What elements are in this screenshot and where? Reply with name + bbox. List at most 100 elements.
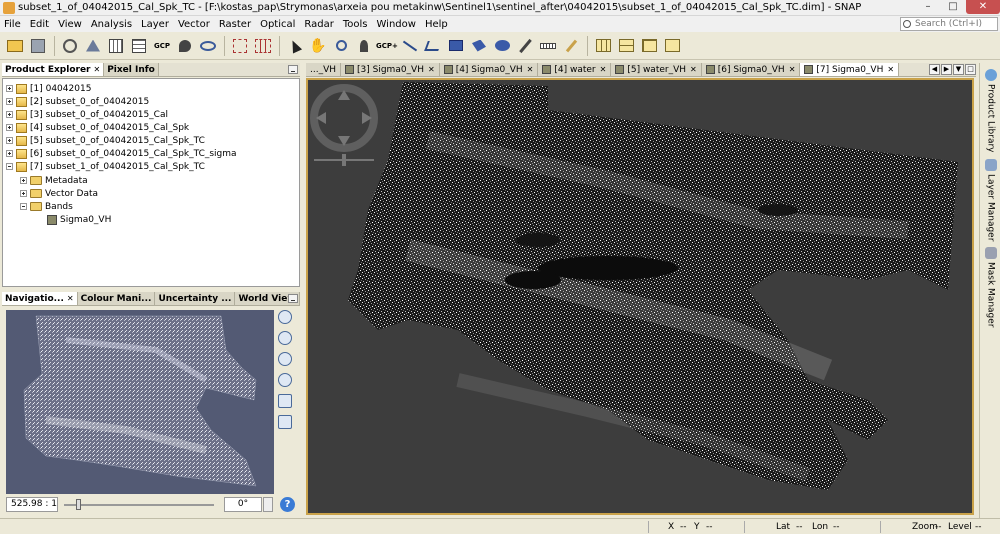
pin-overlay-button[interactable] xyxy=(174,35,196,57)
tab-doc-vh[interactable]: ..._VH xyxy=(306,63,342,76)
rectangle-tool-button[interactable] xyxy=(445,35,467,57)
sidebar-tab-product-library[interactable]: Product Library xyxy=(982,69,999,153)
menu-file[interactable]: File xyxy=(0,19,26,30)
tree-item-product-6[interactable]: [6] subset_0_of_04042015_Cal_Spk_TC_sigm… xyxy=(6,147,237,160)
close-tab-icon[interactable]: ✕ xyxy=(527,65,534,74)
close-tab-icon[interactable]: ✕ xyxy=(690,65,697,74)
line-tool-button[interactable] xyxy=(399,35,421,57)
menu-tools[interactable]: Tools xyxy=(339,19,373,30)
tab-navigation[interactable]: Navigatio... ✕ xyxy=(2,292,78,305)
range-finder-button[interactable] xyxy=(537,35,559,57)
menu-edit[interactable]: Edit xyxy=(26,19,54,30)
tab-colour-manipulation[interactable]: Colour Mani... xyxy=(77,292,156,305)
menu-vector[interactable]: Vector xyxy=(174,19,215,30)
polygon-tool-button[interactable] xyxy=(468,35,490,57)
sync-views-icon[interactable] xyxy=(278,394,292,408)
ellipse-tool-button[interactable] xyxy=(491,35,513,57)
tree-item-bands[interactable]: Bands xyxy=(20,200,73,213)
scroll-right-icon[interactable]: ▶ xyxy=(941,64,952,75)
scroll-left-icon[interactable]: ◀ xyxy=(929,64,940,75)
zoom-slider[interactable] xyxy=(64,499,214,510)
collapse-icon[interactable] xyxy=(6,163,13,170)
expand-icon[interactable] xyxy=(6,98,13,105)
gcp-overlay-button[interactable]: GCP xyxy=(151,35,173,57)
world-map-button[interactable] xyxy=(128,35,150,57)
menu-view[interactable]: View xyxy=(54,19,87,30)
tab-doc-5-water-vh[interactable]: [5] water_VH ✕ xyxy=(611,63,702,76)
tab-uncertainty[interactable]: Uncertainty ... xyxy=(155,292,236,305)
shapes-button[interactable] xyxy=(82,35,104,57)
tree-item-product-7[interactable]: [7] subset_1_of_04042015_Cal_Spk_TC xyxy=(6,160,205,173)
menu-optical[interactable]: Optical xyxy=(256,19,300,30)
menu-layer[interactable]: Layer xyxy=(137,19,174,30)
close-tab-icon[interactable]: ✕ xyxy=(428,65,435,74)
expand-icon[interactable] xyxy=(20,177,27,184)
rotation-field[interactable]: 0° xyxy=(224,497,262,512)
zoom-all-icon[interactable] xyxy=(278,373,292,387)
menu-help[interactable]: Help xyxy=(421,19,453,30)
close-tab-icon[interactable]: ✕ xyxy=(789,65,796,74)
graph-builder-button[interactable] xyxy=(229,35,251,57)
batch-processing-button[interactable] xyxy=(252,35,274,57)
minimize-panel-icon[interactable] xyxy=(288,65,298,74)
search-input[interactable]: Search (Ctrl+I) xyxy=(900,17,998,31)
scale-field[interactable]: 525.98 : 1 xyxy=(6,497,58,512)
menu-analysis[interactable]: Analysis xyxy=(87,19,137,30)
pan-control[interactable] xyxy=(310,84,378,166)
sidebar-tab-layer-manager[interactable]: Layer Manager xyxy=(982,159,999,241)
image-view[interactable] xyxy=(306,78,974,515)
no-data-overlay-button[interactable] xyxy=(59,35,81,57)
minimize-icon[interactable]: – xyxy=(916,0,940,14)
minimize-panel-icon[interactable] xyxy=(288,294,298,303)
polyline-tool-button[interactable] xyxy=(422,35,444,57)
pan-tool-button[interactable]: ✋ xyxy=(307,35,329,57)
tree-item-vector-data[interactable]: Vector Data xyxy=(20,187,98,200)
tree-item-product-3[interactable]: [3] subset_0_of_04042015_Cal xyxy=(6,108,168,121)
tile-vertical-button[interactable] xyxy=(615,35,637,57)
expand-icon[interactable] xyxy=(20,190,27,197)
expand-icon[interactable] xyxy=(6,124,13,131)
expand-icon[interactable] xyxy=(6,85,13,92)
slider-handle[interactable] xyxy=(76,499,81,510)
zoom-tool-button[interactable] xyxy=(330,35,352,57)
help-icon[interactable]: ? xyxy=(280,497,295,512)
tree-item-band-sigma0-vh[interactable]: Sigma0_VH xyxy=(47,213,111,226)
tree-item-product-4[interactable]: [4] subset_0_of_04042015_Cal_Spk xyxy=(6,121,189,134)
tab-doc-6-sigma0-vh[interactable]: [6] Sigma0_VH ✕ xyxy=(701,63,801,76)
tree-item-product-2[interactable]: [2] subset_0_of_04042015 xyxy=(6,95,149,108)
tree-item-product-5[interactable]: [5] subset_0_of_04042015_Cal_Spk_TC xyxy=(6,134,205,147)
select-tool-button[interactable] xyxy=(284,35,306,57)
navigation-overview[interactable] xyxy=(6,310,274,494)
maximize-view-icon[interactable]: □ xyxy=(965,64,976,75)
maximize-icon[interactable]: □ xyxy=(941,0,965,14)
expand-icon[interactable] xyxy=(6,137,13,144)
graticule-button[interactable] xyxy=(105,35,127,57)
open-product-button[interactable] xyxy=(4,35,26,57)
close-icon[interactable]: ✕ xyxy=(966,0,1000,14)
brush-tool-button[interactable] xyxy=(560,35,582,57)
close-tab-icon[interactable]: ✕ xyxy=(93,65,100,74)
menu-window[interactable]: Window xyxy=(373,19,421,30)
expand-icon[interactable] xyxy=(6,111,13,118)
tab-doc-4-water[interactable]: [4] water ✕ xyxy=(538,63,612,76)
tab-product-explorer[interactable]: Product Explorer ✕ xyxy=(2,63,105,76)
zoom-pixel-icon[interactable] xyxy=(278,352,292,366)
sidebar-tab-mask-manager[interactable]: Mask Manager xyxy=(982,247,999,328)
close-product-button[interactable] xyxy=(27,35,49,57)
zoom-out-icon[interactable] xyxy=(278,331,292,345)
sync-cursor-icon[interactable] xyxy=(278,415,292,429)
tile-single-button[interactable] xyxy=(661,35,683,57)
magic-wand-button[interactable] xyxy=(514,35,536,57)
tab-doc-3-sigma0-vh[interactable]: [3] Sigma0_VH ✕ xyxy=(341,63,440,76)
collapse-icon[interactable] xyxy=(20,203,27,210)
close-tab-icon[interactable]: ✕ xyxy=(600,65,607,74)
pin-tool-button[interactable] xyxy=(353,35,375,57)
expand-icon[interactable] xyxy=(6,150,13,157)
tab-list-icon[interactable]: ▼ xyxy=(953,64,964,75)
tab-pixel-info[interactable]: Pixel Info xyxy=(104,63,159,76)
tab-doc-4-sigma0-vh[interactable]: [4] Sigma0_VH ✕ xyxy=(439,63,539,76)
close-tab-icon[interactable]: ✕ xyxy=(887,65,894,74)
tree-item-product-1[interactable]: [1] 04042015 xyxy=(6,82,91,95)
gcp-tool-button[interactable]: GCP+ xyxy=(376,35,398,57)
menu-raster[interactable]: Raster xyxy=(215,19,256,30)
